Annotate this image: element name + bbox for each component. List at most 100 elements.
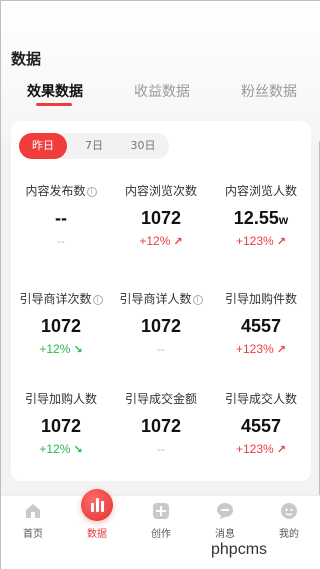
active-tab-indicator xyxy=(36,103,72,106)
tabbar-create-label: 创作 xyxy=(151,529,171,540)
metric-delta: +123% ↗ xyxy=(211,441,311,457)
metric-value-number: 1072 xyxy=(40,416,82,436)
info-icon[interactable]: i xyxy=(86,187,97,197)
metric-delta-value: +123% xyxy=(236,234,274,248)
metric-delta: +12% ↗ xyxy=(111,233,211,249)
metric-label: 引导加购件数 xyxy=(211,291,311,307)
metric-value: 12.55w xyxy=(211,207,311,229)
metrics-card: 昨日 7日 30日 内容发布数 i -- -- 内容浏览次数 1072 +12% ↗ 内容浏览… xyxy=(11,121,311,481)
info-icon[interactable]: i xyxy=(92,295,103,305)
metric-value-number: 1072 xyxy=(140,208,182,228)
metric-label: 引导加购人数 xyxy=(11,391,111,407)
tab-income-data[interactable]: 收益数据 xyxy=(134,81,190,101)
range-30-days[interactable]: 30日 xyxy=(123,133,163,159)
metric-value-number: -- xyxy=(55,208,67,228)
metric-value: 1072 xyxy=(111,415,211,437)
metric-delta: -- xyxy=(111,341,211,357)
metric-delta-value: -- xyxy=(157,342,165,356)
trend-down-icon: ↘ xyxy=(70,344,83,356)
metric-label: 引导成交人数 xyxy=(211,391,311,407)
info-icon[interactable]: i xyxy=(192,295,203,305)
tabbar-data[interactable]: 数据 xyxy=(65,489,129,551)
metric-label: 引导商详次数 i xyxy=(11,291,111,307)
tabbar-data-label: 数据 xyxy=(87,529,107,540)
trend-up-icon: ↗ xyxy=(273,236,286,248)
metric-label-text: 引导成交人数 xyxy=(224,392,297,406)
metric-label-text: 内容发布数 xyxy=(25,184,86,198)
trend-up-icon: ↗ xyxy=(273,444,286,456)
metric-tile[interactable]: 引导成交金额 1072 -- xyxy=(111,391,211,457)
metric-value: 4557 xyxy=(211,415,311,437)
metric-delta: -- xyxy=(11,233,111,249)
metric-delta-value: +12% xyxy=(139,234,171,248)
metric-delta-value: +123% xyxy=(236,342,274,356)
metric-value-number: 12.55 xyxy=(233,208,279,228)
metric-value: 4557 xyxy=(211,315,311,337)
metric-tile[interactable]: 内容发布数 i -- -- xyxy=(11,183,111,249)
metric-label: 内容浏览次数 xyxy=(111,183,211,199)
metric-delta-value: -- xyxy=(57,234,65,248)
metric-value-number: 1072 xyxy=(140,316,182,336)
home-icon xyxy=(26,504,40,518)
range-7-days[interactable]: 7日 xyxy=(75,133,113,159)
message-icon xyxy=(217,503,233,519)
metric-value: -- xyxy=(11,207,111,229)
metric-value: 1072 xyxy=(11,415,111,437)
metric-value-number: 1072 xyxy=(140,416,182,436)
metric-value: 1072 xyxy=(11,315,111,337)
metric-tile[interactable]: 引导商详次数 i 1072 +12% ↘ xyxy=(11,291,111,357)
metric-tile[interactable]: 引导成交人数 4557 +123% ↗ xyxy=(211,391,311,457)
tabbar-create[interactable]: 创作 xyxy=(129,496,193,551)
metric-value-number: 1072 xyxy=(40,316,82,336)
tabbar-home[interactable]: 首页 xyxy=(1,496,65,551)
metric-delta: -- xyxy=(111,441,211,457)
metric-tile[interactable]: 引导加购人数 1072 +12% ↘ xyxy=(11,391,111,457)
metric-label-text: 引导商详次数 xyxy=(19,292,92,306)
profile-icon xyxy=(281,503,297,519)
metric-value: 1072 xyxy=(111,207,211,229)
tab-fans-data[interactable]: 粉丝数据 xyxy=(241,81,297,101)
metric-label-text: 引导加购人数 xyxy=(24,392,97,406)
metric-label: 引导商详人数 i xyxy=(111,291,211,307)
tab-effect-data[interactable]: 效果数据 xyxy=(27,81,83,101)
tabbar-messages-label: 消息 xyxy=(215,529,235,540)
metric-delta-value: +12% xyxy=(39,342,71,356)
metric-delta: +12% ↘ xyxy=(11,341,111,357)
metric-delta: +12% ↘ xyxy=(11,441,111,457)
trend-down-icon: ↘ xyxy=(70,444,83,456)
metric-label-text: 内容浏览次数 xyxy=(124,184,197,198)
metric-label: 内容发布数 i xyxy=(11,183,111,199)
metric-label: 引导成交金额 xyxy=(111,391,211,407)
date-range-selector: 昨日 7日 30日 xyxy=(19,133,169,159)
metric-value-unit: w xyxy=(278,213,289,227)
metric-label-text: 引导成交金额 xyxy=(124,392,197,406)
trend-up-icon: ↗ xyxy=(170,236,183,248)
metric-tile[interactable]: 引导商详人数 i 1072 -- xyxy=(111,291,211,357)
chart-icon xyxy=(81,489,113,521)
plus-icon xyxy=(153,503,169,519)
metric-value-number: 4557 xyxy=(240,416,282,436)
metric-label: 内容浏览人数 xyxy=(211,183,311,199)
metric-delta: +123% ↗ xyxy=(211,341,311,357)
range-yesterday[interactable]: 昨日 xyxy=(19,133,67,159)
tabbar-home-label: 首页 xyxy=(23,529,43,540)
watermark: phpcms xyxy=(207,539,317,567)
trend-up-icon: ↗ xyxy=(273,344,286,356)
page-title: 数据 xyxy=(11,50,42,68)
metric-label-text: 引导商详人数 xyxy=(119,292,192,306)
metric-label-text: 内容浏览人数 xyxy=(224,184,297,198)
metric-tile[interactable]: 内容浏览次数 1072 +12% ↗ xyxy=(111,183,211,249)
header-area xyxy=(1,1,320,141)
tabbar-profile-label: 我的 xyxy=(279,529,299,540)
app-frame: 数据 效果数据 收益数据 粉丝数据 昨日 7日 30日 内容发布数 i -- -- 内容… xyxy=(0,0,320,569)
metric-value: 1072 xyxy=(111,315,211,337)
metric-value-number: 4557 xyxy=(240,316,282,336)
data-tabs: 效果数据 收益数据 粉丝数据 xyxy=(1,81,320,111)
metric-tile[interactable]: 引导加购件数 4557 +123% ↗ xyxy=(211,291,311,357)
metric-label-text: 引导加购件数 xyxy=(224,292,297,306)
metric-delta-value: +123% xyxy=(236,442,274,456)
metric-tile[interactable]: 内容浏览人数 12.55w +123% ↗ xyxy=(211,183,311,249)
metric-delta-value: -- xyxy=(157,442,165,456)
metric-delta: +123% ↗ xyxy=(211,233,311,249)
watermark-text: phpcms xyxy=(211,541,268,558)
